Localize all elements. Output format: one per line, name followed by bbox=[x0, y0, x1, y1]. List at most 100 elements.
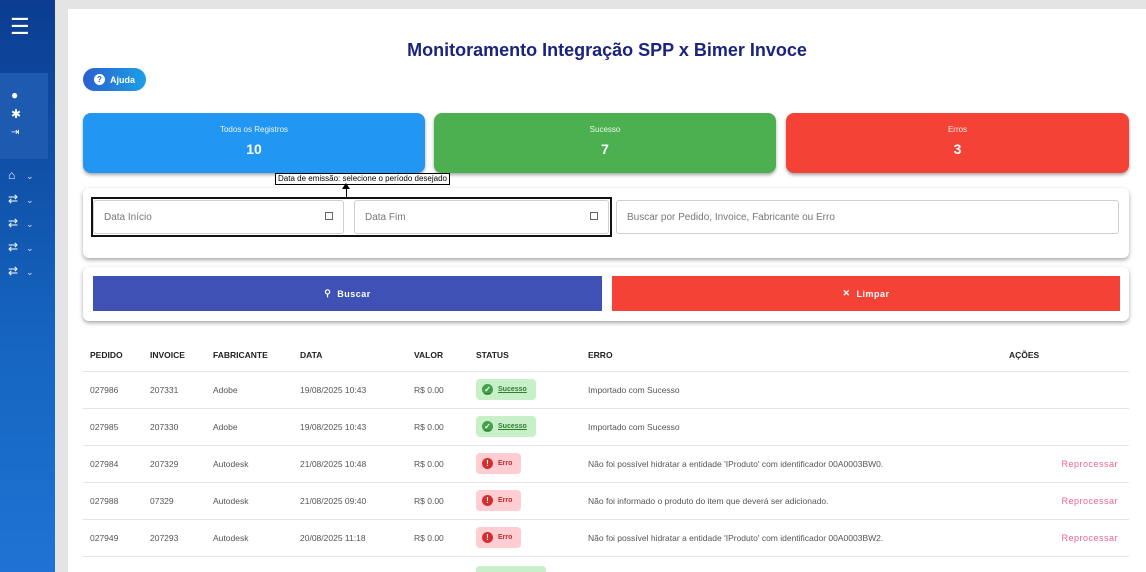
cell-data: 21/08/2025 10:48 bbox=[293, 445, 407, 483]
calendar-icon[interactable] bbox=[590, 212, 598, 220]
reprocess-button[interactable]: Reprocessar bbox=[1009, 519, 1129, 557]
cell-data: 20/08/2025 11:18 bbox=[293, 519, 407, 557]
cell-status: ! Erro bbox=[469, 482, 581, 520]
page-title: Monitoramento Integração SPP x Bimer Inv… bbox=[407, 40, 807, 60]
search-placeholder: Buscar por Pedido, Invoice, Fabricante o… bbox=[627, 211, 835, 223]
table-row: 027984 207329 Autodesk 21/08/2025 10:48 R$ 0… bbox=[83, 445, 1129, 483]
hamburger-icon[interactable]: ☰ bbox=[10, 16, 32, 38]
search-input[interactable]: Buscar por Pedido, Invoice, Fabricante o… bbox=[616, 200, 1119, 234]
end-date-field[interactable]: Data Fim bbox=[354, 200, 609, 234]
swap-icon[interactable]: ⇄ bbox=[8, 193, 18, 205]
card-value: 10 bbox=[246, 141, 262, 157]
start-date-field[interactable]: Data Início bbox=[93, 200, 344, 234]
cell-pedido: 027985 bbox=[83, 408, 143, 446]
cell-fabricante: Autodesk bbox=[206, 482, 293, 520]
status-label: Sucesso bbox=[498, 423, 527, 430]
card-label: Todos os Registros bbox=[219, 125, 289, 134]
tooltip-arrow-head bbox=[342, 183, 350, 189]
status-label: Erro bbox=[498, 497, 513, 504]
swap-icon[interactable]: ⇄ bbox=[8, 241, 18, 253]
swap-icon[interactable]: ⇄ bbox=[8, 265, 18, 277]
status-label: Sucesso bbox=[498, 386, 527, 393]
cell-fabricante: Autodesk bbox=[206, 519, 293, 557]
reprocess-button bbox=[1009, 371, 1129, 409]
cell-status: ✓ Sucesso bbox=[469, 408, 581, 446]
card-label: Sucesso bbox=[589, 125, 621, 134]
header-data: DATA bbox=[293, 339, 407, 372]
cell-pedido: 027988 bbox=[83, 482, 143, 520]
cell-valor: R$ 0.00 bbox=[407, 445, 469, 483]
reprocess-button[interactable]: Reprocessar bbox=[1009, 482, 1129, 520]
cell-status: ✓ Sucesso bbox=[469, 371, 581, 409]
error-icon: ! bbox=[482, 458, 493, 469]
cell-valor: R$ 0.00 bbox=[407, 408, 469, 446]
cell-invoice: 07329 bbox=[143, 482, 206, 520]
header-erro: ERRO bbox=[581, 339, 1009, 372]
table-row: 027985 207330 Adobe 19/08/2025 10:43 R$ 0.00… bbox=[83, 408, 1129, 446]
clear-button[interactable]: ✕ Limpar bbox=[612, 276, 1120, 311]
header-valor: VALOR bbox=[407, 339, 469, 372]
cell-erro: Importado com Sucesso bbox=[581, 408, 1009, 446]
table-row: 027988 07329 Autodesk 21/08/2025 09:40 R$ 0.… bbox=[83, 482, 1129, 520]
end-date-placeholder: Data Fim bbox=[365, 211, 406, 223]
header-status: STATUS bbox=[469, 339, 581, 372]
cell-valor: R$ 0.00 bbox=[407, 519, 469, 557]
chevron-down-icon[interactable]: ⌄ bbox=[26, 242, 34, 254]
help-icon: ? bbox=[94, 74, 105, 85]
chevron-down-icon[interactable]: ⌄ bbox=[26, 170, 34, 182]
card-success[interactable]: Sucesso 7 bbox=[434, 113, 776, 173]
status-badge: ! Erro bbox=[476, 527, 522, 548]
card-errors[interactable]: Erros 3 bbox=[786, 113, 1129, 173]
card-all-records[interactable]: Todos os Registros 10 bbox=[83, 113, 425, 173]
search-button[interactable]: ⚲ Buscar bbox=[93, 276, 602, 311]
cell-erro: Não foi informado o produto do item que … bbox=[581, 482, 1009, 520]
chevron-down-icon[interactable]: ⌄ bbox=[26, 218, 34, 230]
status-label: Erro bbox=[498, 460, 513, 467]
cell-erro: Importado com Sucesso bbox=[581, 371, 1009, 409]
status-label: Erro bbox=[498, 534, 513, 541]
cell-valor: R$ 0.00 bbox=[407, 482, 469, 520]
status-badge bbox=[476, 566, 546, 572]
check-circle-icon: ✓ bbox=[482, 384, 493, 395]
table-header-row: PEDIDO INVOICE FABRICANTE DATA VALOR STA… bbox=[83, 339, 1129, 372]
status-badge[interactable]: ✓ Sucesso bbox=[476, 416, 536, 437]
help-button[interactable]: ? Ajuda bbox=[83, 68, 146, 91]
cell-pedido: 027949 bbox=[83, 519, 143, 557]
table-row: 027986 207331 Adobe 19/08/2025 10:43 R$ 0.00… bbox=[83, 371, 1129, 409]
reprocess-button bbox=[1009, 408, 1129, 446]
card-value: 3 bbox=[953, 141, 962, 157]
check-circle-icon: ✓ bbox=[482, 421, 493, 432]
chevron-down-icon[interactable]: ⌄ bbox=[26, 194, 34, 206]
sidebar-user-group bbox=[0, 73, 48, 159]
clear-button-label: Limpar bbox=[856, 288, 890, 299]
cell-erro: Não foi possível hidratar a entidade 'IP… bbox=[581, 445, 1009, 483]
calendar-icon[interactable] bbox=[325, 212, 333, 220]
home-icon[interactable]: ⌂ bbox=[8, 169, 15, 181]
error-icon: ! bbox=[482, 532, 493, 543]
user-icon[interactable]: ● bbox=[11, 89, 18, 101]
reprocess-button[interactable]: Reprocessar bbox=[1009, 445, 1129, 483]
header-acoes: AÇÕES bbox=[1009, 339, 1129, 372]
status-badge[interactable]: ✓ Sucesso bbox=[476, 379, 536, 400]
logout-icon[interactable]: ⇥ bbox=[11, 127, 19, 139]
integration-table: PEDIDO INVOICE FABRICANTE DATA VALOR STA… bbox=[83, 339, 1129, 557]
sidebar: ☰ ● ✱ ⇥ ⌂ ⌄ ⇄ ⌄ ⇄ ⌄ ⇄ ⌄ ⇄ ⌄ bbox=[0, 0, 55, 572]
search-button-label: Buscar bbox=[337, 288, 371, 299]
cell-invoice: 207329 bbox=[143, 445, 206, 483]
cell-pedido: 027984 bbox=[83, 445, 143, 483]
gear-icon[interactable]: ✱ bbox=[11, 108, 21, 120]
header-pedido: PEDIDO bbox=[83, 339, 143, 372]
start-date-placeholder: Data Início bbox=[104, 211, 152, 223]
cell-fabricante: Autodesk bbox=[206, 445, 293, 483]
cell-data: 21/08/2025 09:40 bbox=[293, 482, 407, 520]
swap-icon[interactable]: ⇄ bbox=[8, 217, 18, 229]
cell-data: 19/08/2025 10:43 bbox=[293, 371, 407, 409]
card-value: 7 bbox=[601, 141, 609, 157]
cell-status: ! Erro bbox=[469, 445, 581, 483]
cell-invoice: 207330 bbox=[143, 408, 206, 446]
cell-valor: R$ 0.00 bbox=[407, 371, 469, 409]
cell-fabricante: Adobe bbox=[206, 408, 293, 446]
cell-status: ! Erro bbox=[469, 519, 581, 557]
cell-invoice: 207331 bbox=[143, 371, 206, 409]
chevron-down-icon[interactable]: ⌄ bbox=[26, 266, 34, 278]
